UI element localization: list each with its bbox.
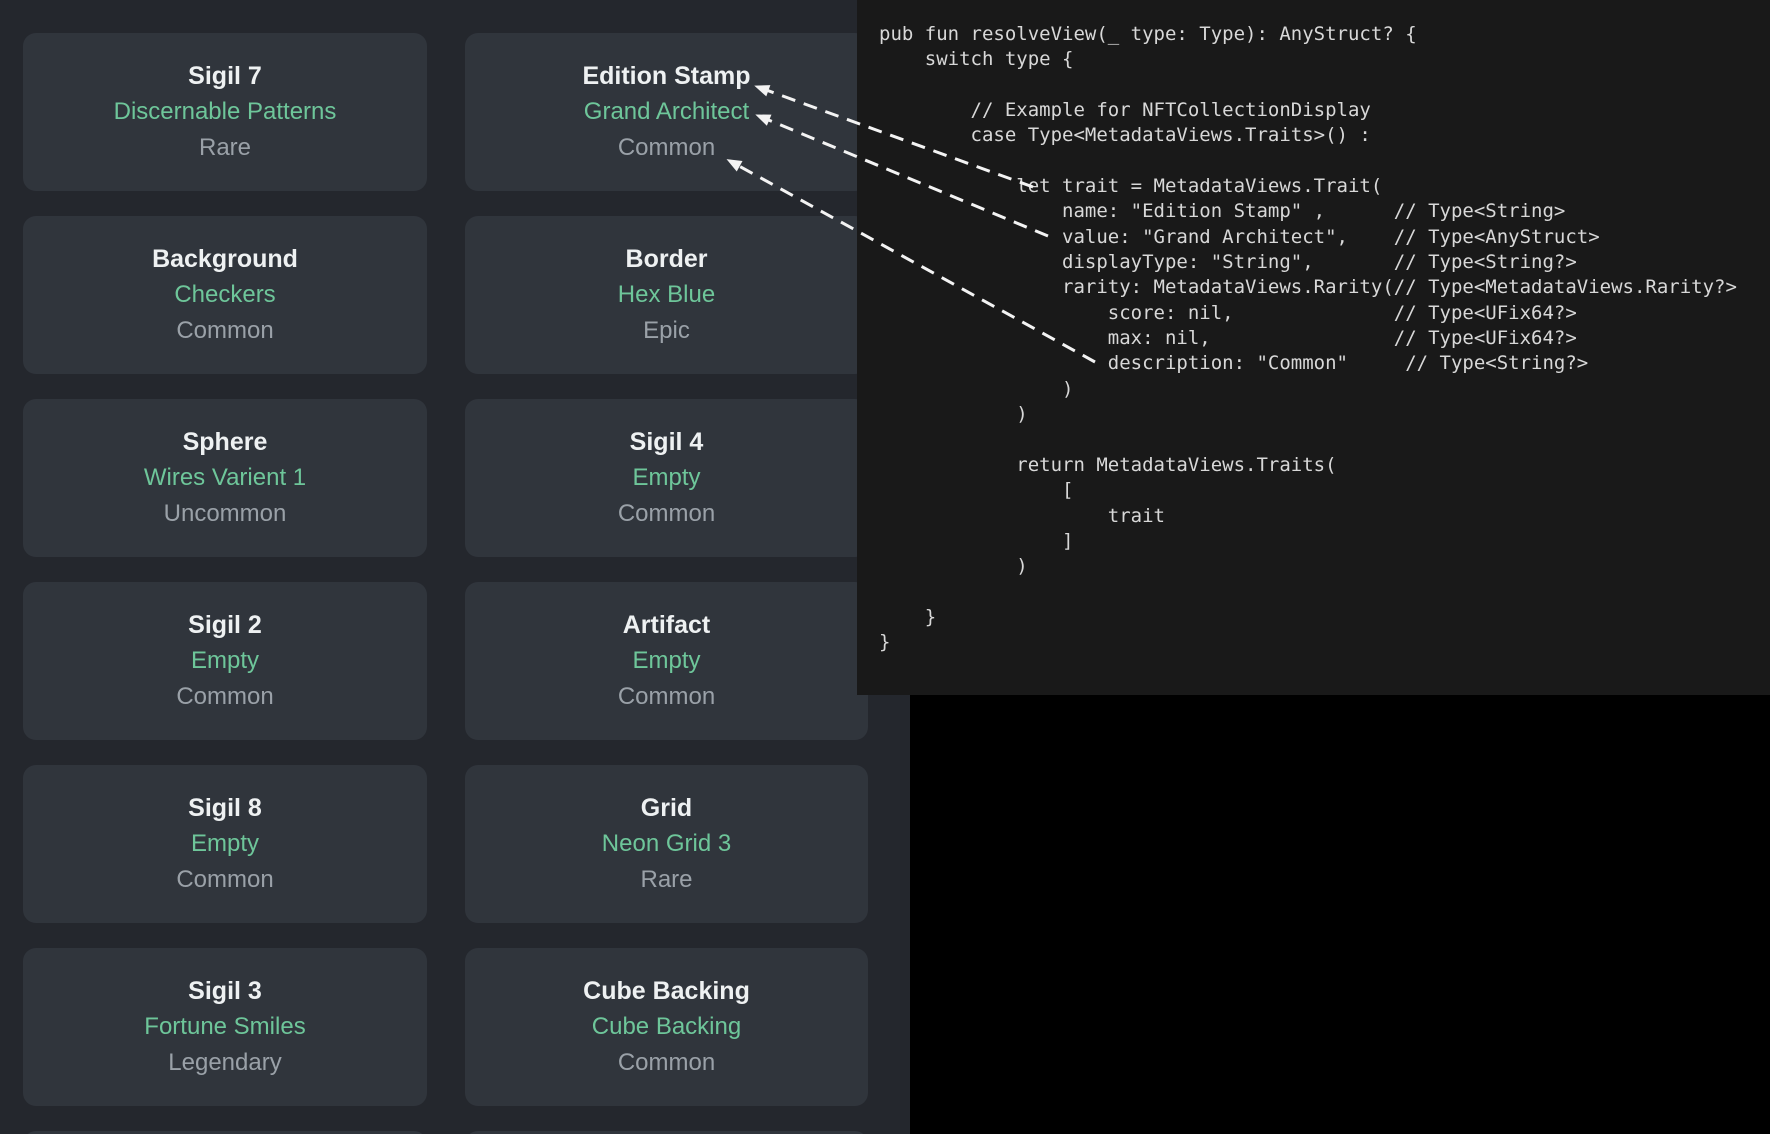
- trait-card-sigil-4: Sigil 4 Empty Common: [465, 399, 868, 557]
- trait-rarity: Common: [618, 679, 715, 715]
- trait-value: Empty: [191, 826, 259, 862]
- trait-value: Cube Backing: [592, 1009, 741, 1045]
- trait-value: Fortune Smiles: [144, 1009, 305, 1045]
- traits-grid: Sigil 7 Discernable Patterns Rare Editio…: [23, 33, 868, 1134]
- trait-rarity: Common: [176, 679, 273, 715]
- trait-value: Checkers: [174, 277, 275, 313]
- trait-value: Wires Varient 1: [144, 460, 306, 496]
- trait-rarity: Common: [618, 1045, 715, 1081]
- trait-card-sigil-7: Sigil 7 Discernable Patterns Rare: [23, 33, 427, 191]
- trait-value: Empty: [632, 643, 700, 679]
- trait-card-cube-backing: Cube Backing Cube Backing Common: [465, 948, 868, 1106]
- trait-card-sphere: Sphere Wires Varient 1 Uncommon: [23, 399, 427, 557]
- trait-rarity: Epic: [643, 313, 690, 349]
- traits-page: Sigil 7 Discernable Patterns Rare Editio…: [0, 0, 910, 1134]
- trait-card-sigil-3: Sigil 3 Fortune Smiles Legendary: [23, 948, 427, 1106]
- trait-name: Sigil 4: [630, 424, 704, 460]
- trait-name: Cube Backing: [583, 973, 750, 1009]
- trait-value: Neon Grid 3: [602, 826, 731, 862]
- screenshot-canvas: Sigil 7 Discernable Patterns Rare Editio…: [0, 0, 1770, 1134]
- trait-name: Sigil 2: [188, 607, 262, 643]
- trait-name: Artifact: [623, 607, 711, 643]
- trait-rarity: Legendary: [168, 1045, 281, 1081]
- trait-value: Grand Architect: [584, 94, 749, 130]
- trait-value: Discernable Patterns: [114, 94, 337, 130]
- trait-card-background: Background Checkers Common: [23, 216, 427, 374]
- trait-rarity: Common: [618, 496, 715, 532]
- trait-rarity: Common: [176, 862, 273, 898]
- trait-rarity: Uncommon: [164, 496, 287, 532]
- trait-rarity: Rare: [199, 130, 251, 166]
- trait-name: Grid: [641, 790, 692, 826]
- trait-name: Sigil 7: [188, 58, 262, 94]
- trait-card-sigil-8: Sigil 8 Empty Common: [23, 765, 427, 923]
- trait-name: Edition Stamp: [582, 58, 750, 94]
- trait-name: Border: [626, 241, 708, 277]
- trait-value: Empty: [632, 460, 700, 496]
- trait-value: Hex Blue: [618, 277, 715, 313]
- trait-name: Sigil 8: [188, 790, 262, 826]
- trait-name: Background: [152, 241, 298, 277]
- trait-name: Sphere: [183, 424, 268, 460]
- trait-card-sigil-2: Sigil 2 Empty Common: [23, 582, 427, 740]
- cadence-code: pub fun resolveView(_ type: Type): AnySt…: [857, 0, 1770, 656]
- trait-name: Sigil 3: [188, 973, 262, 1009]
- trait-card-edition-stamp: Edition Stamp Grand Architect Common: [465, 33, 868, 191]
- trait-rarity: Common: [618, 130, 715, 166]
- trait-rarity: Common: [176, 313, 273, 349]
- trait-card-artifact: Artifact Empty Common: [465, 582, 868, 740]
- trait-card-border: Border Hex Blue Epic: [465, 216, 868, 374]
- trait-card-grid: Grid Neon Grid 3 Rare: [465, 765, 868, 923]
- trait-value: Empty: [191, 643, 259, 679]
- code-snippet-panel: pub fun resolveView(_ type: Type): AnySt…: [857, 0, 1770, 695]
- trait-rarity: Rare: [640, 862, 692, 898]
